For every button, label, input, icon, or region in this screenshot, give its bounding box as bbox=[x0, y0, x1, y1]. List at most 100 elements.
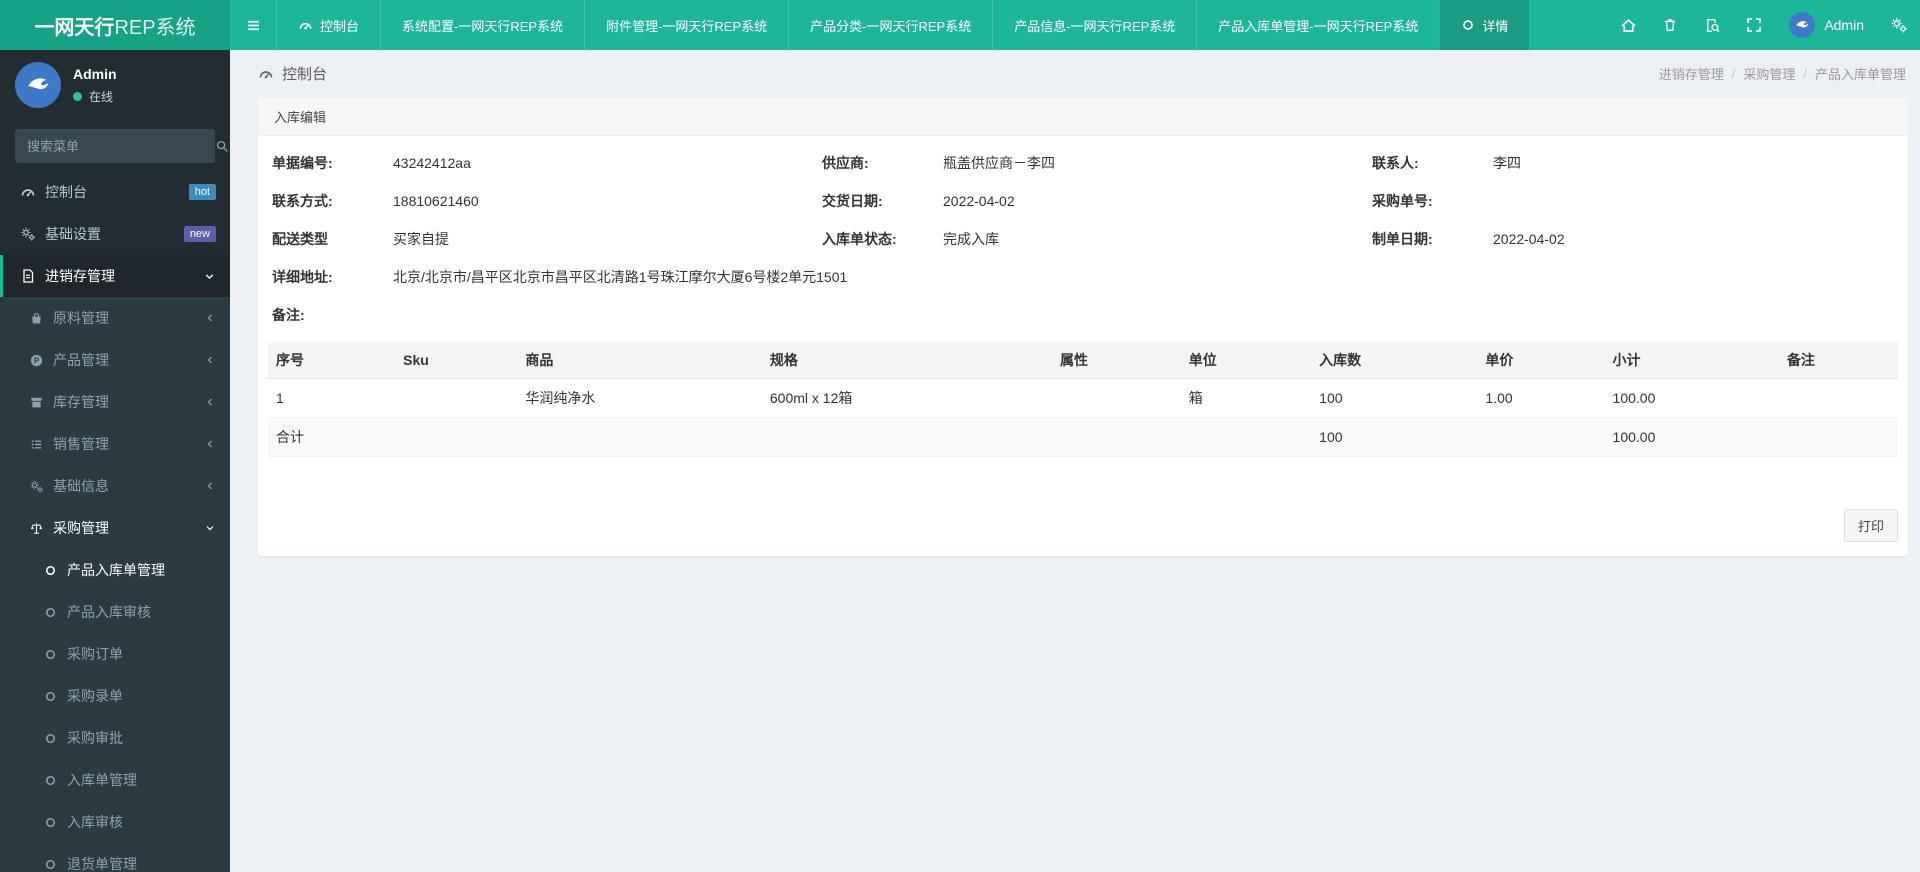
sidebar-submenu-inventory: 原料管理 产品管理 库存管理 销售管理 基础信息 采购管理 产品入库单管理 产品… bbox=[0, 297, 230, 872]
p-circle-icon bbox=[29, 353, 44, 368]
clear-cache-icon bbox=[1704, 17, 1721, 34]
clear-cache-button[interactable] bbox=[1691, 0, 1733, 50]
trash-button[interactable] bbox=[1649, 0, 1691, 50]
breadcrumb-separator: / bbox=[1803, 66, 1807, 81]
sidebar-item-purchase-mgmt[interactable]: 采购管理 bbox=[0, 507, 230, 549]
field-value-delivery-type: 买家自提 bbox=[393, 231, 449, 247]
circle-o-icon bbox=[44, 690, 57, 703]
breadcrumb-product-inbound-mgmt[interactable]: 产品入库单管理 bbox=[1815, 64, 1906, 83]
chevron-left-icon bbox=[204, 354, 216, 366]
tab-attachment-mgmt[interactable]: 附件管理-一网天行REP系统 bbox=[584, 0, 788, 50]
sidebar-item-sales-mgmt[interactable]: 销售管理 bbox=[0, 423, 230, 465]
field-value-inbound-status: 完成入库 bbox=[943, 231, 999, 247]
menu-search-button[interactable] bbox=[215, 139, 229, 153]
online-label: 在线 bbox=[89, 89, 114, 104]
user-avatar bbox=[1789, 12, 1816, 38]
col-header-unit: 单位 bbox=[1180, 342, 1312, 379]
breadcrumb-inventory-mgmt[interactable]: 进销存管理 bbox=[1659, 64, 1724, 83]
total-cell bbox=[1052, 417, 1181, 457]
sidebar-item-inbound-order-mgmt[interactable]: 入库单管理 bbox=[0, 759, 230, 801]
col-header-unit-price: 单价 bbox=[1477, 342, 1605, 379]
tab-console[interactable]: 控制台 bbox=[276, 0, 380, 50]
tab-label: 产品入库单管理-一网天行REP系统 bbox=[1218, 18, 1419, 34]
search-icon bbox=[215, 139, 229, 153]
sidebar-item-product-inbound-audit[interactable]: 产品入库审核 bbox=[0, 591, 230, 633]
table-header-row: 序号 Sku 商品 规格 属性 单位 入库数 单价 小计 备注 bbox=[268, 342, 1898, 379]
field-label-address: 详细地址: bbox=[272, 269, 333, 285]
field-label-supplier: 供应商: bbox=[822, 155, 869, 171]
sidebar-item-inventory-mgmt[interactable]: 进销存管理 bbox=[0, 255, 230, 297]
total-label: 合计 bbox=[268, 417, 396, 457]
circle-o-icon bbox=[44, 816, 57, 829]
total-subtotal: 100.00 bbox=[1604, 417, 1779, 457]
sidebar-item-basic-info[interactable]: 基础信息 bbox=[0, 465, 230, 507]
panel-title: 入库编辑 bbox=[258, 98, 1908, 136]
sidebar-item-raw-material-mgmt[interactable]: 原料管理 bbox=[0, 297, 230, 339]
menu-label: 基础设置 bbox=[45, 226, 101, 242]
chevron-left-icon bbox=[204, 438, 216, 450]
print-button[interactable]: 打印 bbox=[1843, 509, 1898, 542]
menu-label: 入库单管理 bbox=[67, 772, 137, 788]
col-header-index: 序号 bbox=[268, 342, 396, 379]
balance-scale-icon bbox=[29, 521, 44, 536]
chevron-left-icon bbox=[204, 396, 216, 408]
dashboard-icon bbox=[298, 18, 313, 33]
cell-attribute bbox=[1052, 378, 1181, 418]
tab-system-config[interactable]: 系统配置-一网天行REP系统 bbox=[380, 0, 584, 50]
sidebar-item-purchase-order[interactable]: 采购订单 bbox=[0, 633, 230, 675]
form-row-address: 详细地址: 北京/北京市/昌平区北京市昌平区北清路1号珠江摩尔大厦6号楼2单元15… bbox=[258, 258, 1908, 296]
tab-product-category[interactable]: 产品分类-一网天行REP系统 bbox=[788, 0, 992, 50]
sidebar-item-return-order-mgmt[interactable]: 退货单管理 bbox=[0, 843, 230, 872]
form-row: 配送类型 买家自提 入库单状态: 完成入库 制单日期: 2022-04-02 bbox=[258, 220, 1908, 258]
sidebar-item-console[interactable]: 控制台 hot bbox=[0, 171, 230, 213]
tab-bar: 控制台 系统配置-一网天行REP系统 附件管理-一网天行REP系统 产品分类-一… bbox=[276, 0, 1530, 50]
cell-product: 华润纯净水 bbox=[517, 378, 762, 418]
sidebar-user-name: Admin bbox=[73, 65, 117, 82]
breadcrumb-purchase-mgmt[interactable]: 采购管理 bbox=[1743, 64, 1795, 83]
field-label-create-date: 制单日期: bbox=[1372, 231, 1433, 247]
menu-label: 控制台 bbox=[45, 184, 87, 200]
sidebar-item-product-mgmt[interactable]: 产品管理 bbox=[0, 339, 230, 381]
home-button[interactable] bbox=[1607, 0, 1649, 50]
field-label-purchase-no: 采购单号: bbox=[1372, 193, 1433, 209]
new-badge: new bbox=[183, 225, 216, 243]
cell-unit: 箱 bbox=[1180, 378, 1312, 418]
items-table-wrap: 序号 Sku 商品 规格 属性 单位 入库数 单价 小计 备注 1 华润纯净水 … bbox=[268, 342, 1898, 457]
fullscreen-button[interactable] bbox=[1733, 0, 1775, 50]
sidebar: Admin 在线 控制台 hot 基础设置 new 进销存管理 bbox=[0, 50, 230, 872]
user-menu[interactable]: Admin bbox=[1775, 0, 1878, 50]
menu-search-input[interactable] bbox=[15, 138, 215, 154]
menu-label: 进销存管理 bbox=[45, 268, 115, 284]
settings-button[interactable] bbox=[1878, 0, 1920, 50]
field-value-contact-phone: 18810621460 bbox=[393, 193, 479, 209]
file-text-icon bbox=[20, 268, 36, 284]
gears-icon bbox=[29, 479, 44, 494]
field-value-contact-person: 李四 bbox=[1493, 155, 1521, 171]
page-title: 控制台 bbox=[258, 63, 327, 84]
sidebar-item-stock-mgmt[interactable]: 库存管理 bbox=[0, 381, 230, 423]
tab-detail-active[interactable]: 详情 bbox=[1439, 0, 1530, 50]
menu-label: 产品入库单管理 bbox=[67, 562, 165, 578]
sidebar-item-inbound-audit[interactable]: 入库审核 bbox=[0, 801, 230, 843]
tab-product-inbound-mgmt[interactable]: 产品入库单管理-一网天行REP系统 bbox=[1196, 0, 1439, 50]
total-cell bbox=[1778, 417, 1898, 457]
col-header-spec: 规格 bbox=[761, 342, 1052, 379]
user-name-label: Admin bbox=[1824, 17, 1864, 33]
sidebar-item-purchase-approval[interactable]: 采购审批 bbox=[0, 717, 230, 759]
fullscreen-icon bbox=[1746, 17, 1762, 33]
tab-product-info[interactable]: 产品信息-一网天行REP系统 bbox=[992, 0, 1196, 50]
circle-o-icon bbox=[44, 732, 57, 745]
sidebar-item-purchase-entry[interactable]: 采购录单 bbox=[0, 675, 230, 717]
sidebar-item-product-inbound-order-mgmt[interactable]: 产品入库单管理 bbox=[0, 549, 230, 591]
menu-label: 库存管理 bbox=[53, 394, 109, 410]
brand-logo[interactable]: 一网天行 REP系统 bbox=[0, 0, 230, 50]
sidebar-item-basic-settings[interactable]: 基础设置 new bbox=[0, 213, 230, 255]
sidebar-toggle-button[interactable] bbox=[230, 0, 276, 50]
logo-bird-icon bbox=[21, 68, 55, 102]
brand-text-bold: 一网天行 bbox=[34, 16, 115, 39]
menu-label: 原料管理 bbox=[53, 310, 109, 326]
sidebar-user-panel: Admin 在线 bbox=[0, 50, 230, 120]
tab-label: 详情 bbox=[1482, 18, 1509, 34]
circle-o-icon bbox=[44, 648, 57, 661]
col-header-attribute: 属性 bbox=[1052, 342, 1181, 379]
